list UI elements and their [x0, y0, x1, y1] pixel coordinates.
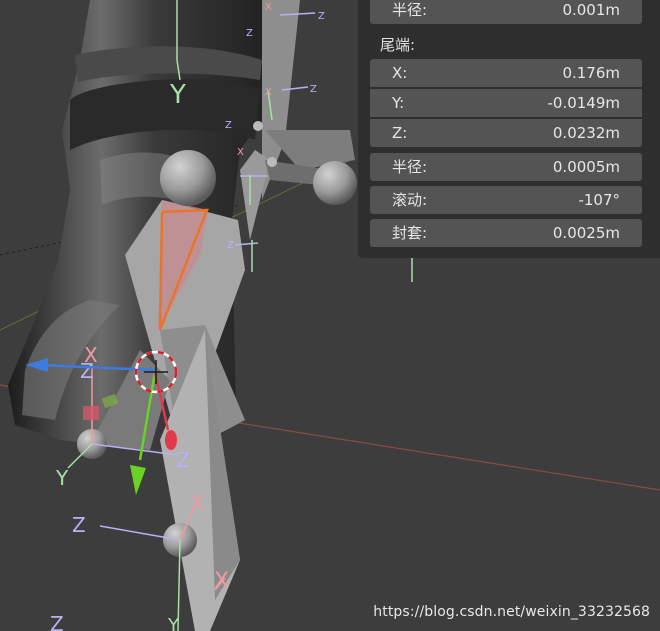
field-value: 0.0025m [552, 224, 620, 242]
svg-text:X: X [265, 2, 272, 13]
field-label: Y: [392, 94, 405, 112]
z-axis-label: Z [80, 359, 94, 383]
tail-radius-field[interactable]: 半径: 0.0005m [370, 153, 642, 181]
bone-properties-panel: 半径: 0.001m 尾端: X: 0.176m Y: -0.0149m Z: … [358, 0, 660, 258]
y-axis-label: Y [55, 466, 69, 490]
svg-text:X: X [237, 147, 244, 158]
z-axis-label: Z [72, 513, 86, 537]
svg-text:Z: Z [318, 11, 325, 22]
y-axis-label: Y [167, 615, 180, 631]
x-axis-label: X [190, 491, 204, 515]
svg-text:X: X [265, 87, 272, 98]
svg-text:Z: Z [227, 240, 234, 251]
field-value: 0.0005m [552, 158, 620, 176]
x-axis-label: X [214, 569, 229, 594]
field-label: 滚动: [392, 191, 428, 209]
head-radius-field[interactable]: 半径: 0.001m [370, 0, 642, 24]
field-value: -0.0149m [547, 94, 620, 112]
tail-x-field[interactable]: X: 0.176m [370, 59, 642, 87]
field-label: Z: [392, 124, 408, 142]
field-value: 0.176m [562, 64, 620, 82]
field-value: 0.001m [562, 1, 620, 19]
watermark: https://blog.csdn.net/weixin_33232568 [373, 604, 650, 620]
joint-sphere[interactable] [160, 150, 216, 206]
svg-text:Z: Z [225, 120, 232, 131]
field-label: 半径: [392, 158, 428, 176]
field-label: X: [392, 64, 408, 82]
z-axis-label: Z [50, 612, 64, 631]
tail-z-field[interactable]: Z: 0.0232m [370, 119, 642, 147]
z-axis-label: Z [176, 448, 190, 472]
y-arrow-handle[interactable] [130, 465, 146, 495]
plane-handle[interactable] [83, 406, 99, 420]
field-label: 封套: [392, 224, 428, 242]
tail-y-field[interactable]: Y: -0.0149m [370, 89, 642, 117]
x-arrow-handle[interactable] [165, 430, 177, 450]
svg-text:Z: Z [246, 28, 253, 39]
field-value: 0.0232m [552, 124, 620, 142]
y-axis-label: Y [169, 80, 186, 110]
envelope-field[interactable]: 封套: 0.0025m [370, 219, 642, 247]
joint-sphere[interactable] [313, 161, 357, 205]
field-value: -107° [578, 191, 620, 209]
field-label: 半径: [392, 1, 428, 19]
roll-field[interactable]: 滚动: -107° [370, 186, 642, 214]
tail-section-label: 尾端: [380, 36, 416, 54]
svg-text:Z: Z [310, 84, 317, 95]
